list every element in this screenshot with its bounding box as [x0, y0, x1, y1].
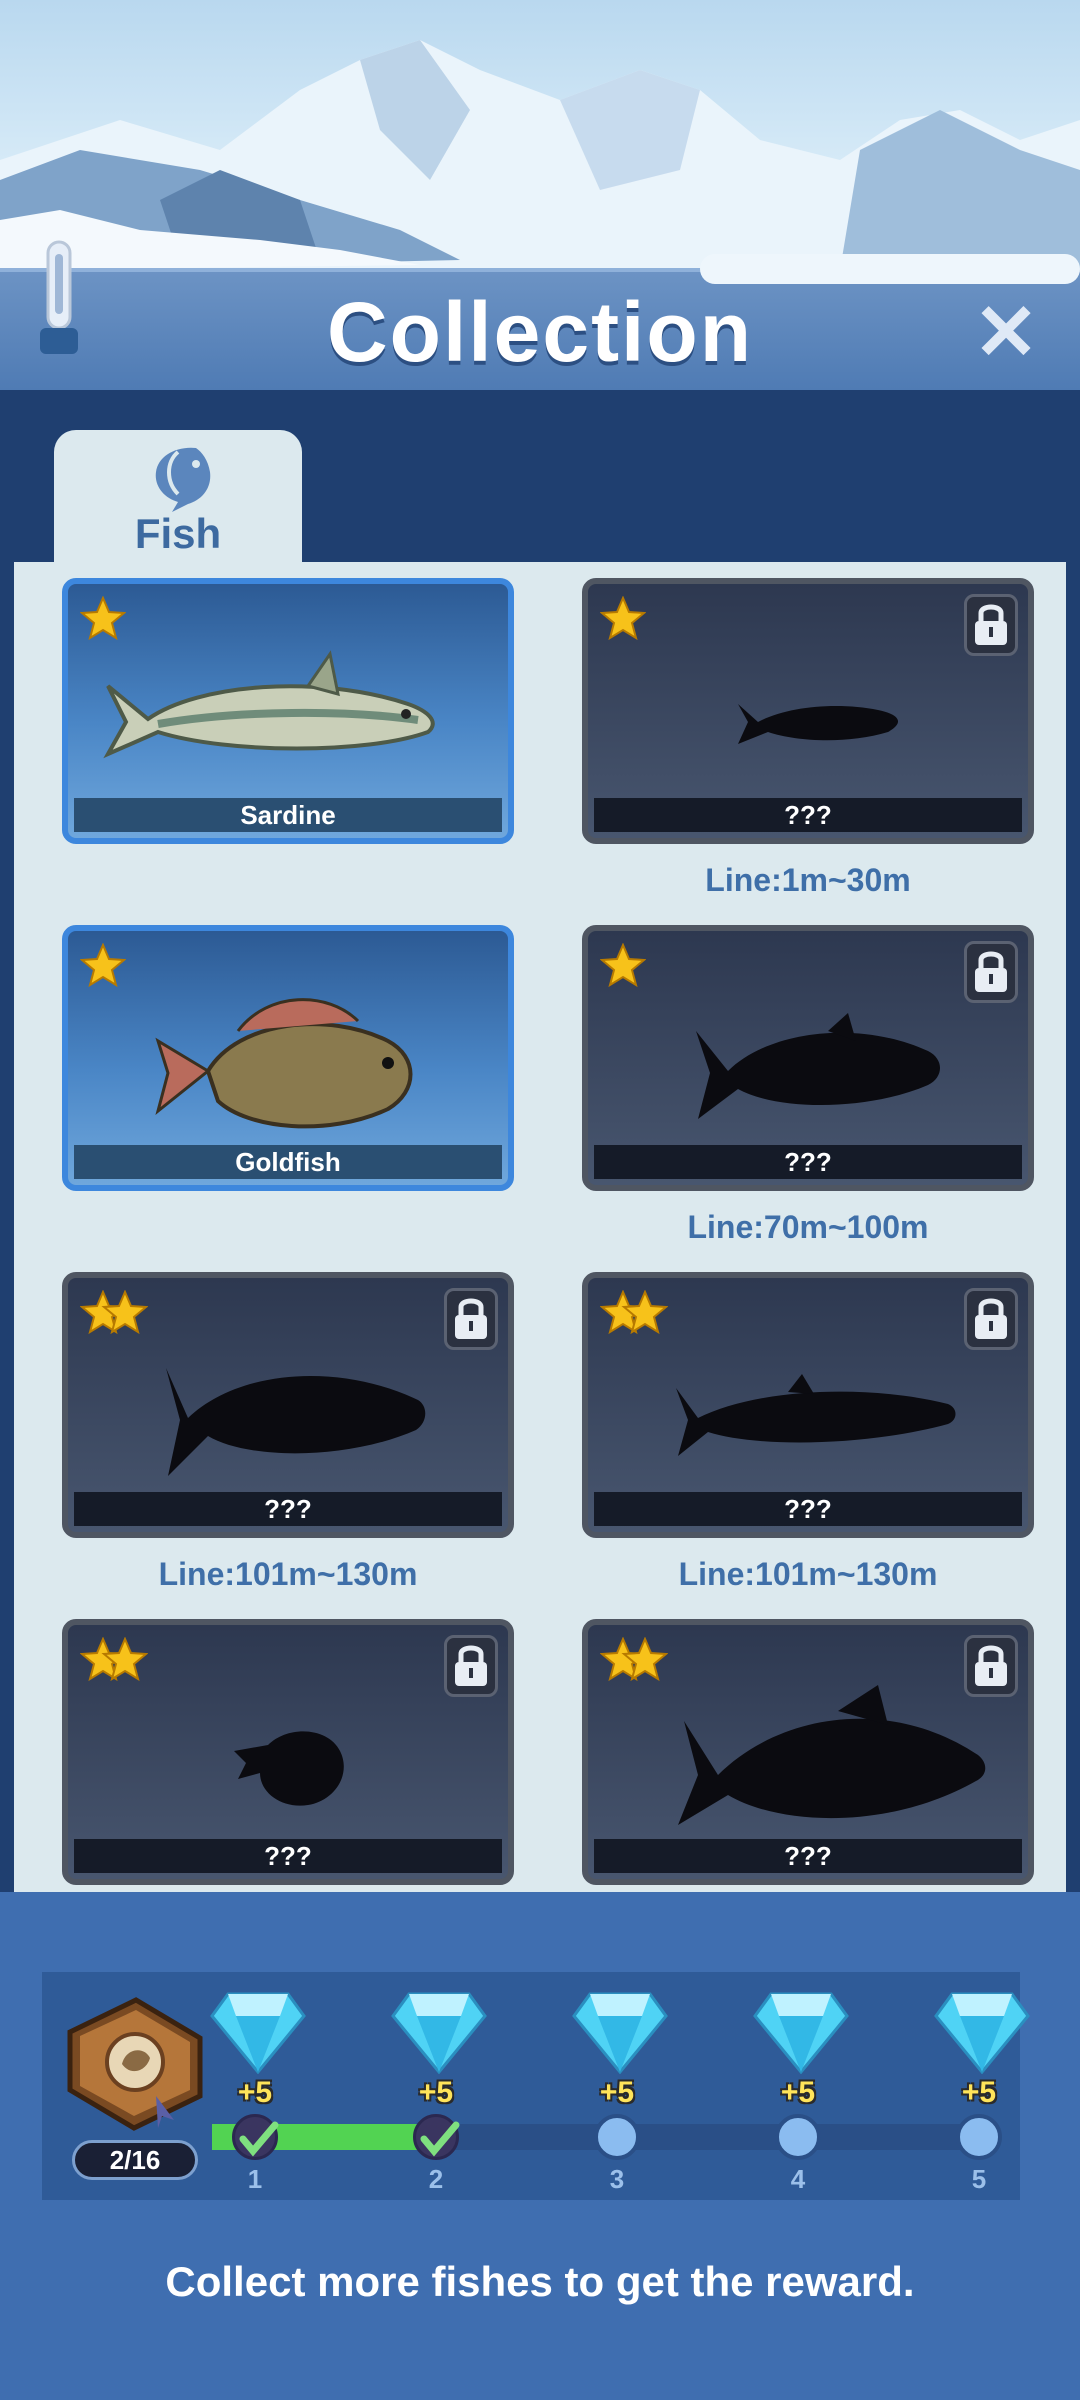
diamond-icon — [572, 1992, 668, 2074]
fish-icon — [155, 447, 211, 512]
collection-book-icon — [67, 1997, 203, 2131]
fish-name: ??? — [594, 1492, 1022, 1526]
star-rating — [79, 595, 127, 642]
lock-icon — [444, 1288, 498, 1350]
snow-cap — [700, 254, 1080, 284]
fish-card[interactable]: ??? — [62, 1619, 514, 1885]
fish-name: ??? — [74, 1492, 502, 1526]
fish-card[interactable]: ??? — [582, 1619, 1034, 1885]
reward-amount: +5 — [418, 2076, 454, 2109]
star-rating — [599, 1636, 669, 1683]
reward-milestone[interactable]: +5 4 — [743, 1988, 853, 2198]
line-requirement: Line:101m~130m — [678, 1556, 938, 1592]
fish-name: ??? — [594, 798, 1022, 832]
fish-image — [696, 1013, 940, 1119]
line-requirement: Line:101m~130m — [158, 1556, 418, 1592]
fish-card[interactable]: ??? — [582, 925, 1034, 1191]
milestone-index: 3 — [609, 2164, 625, 2194]
fish-image — [155, 998, 413, 1129]
star-rating — [599, 595, 647, 642]
fish-image — [738, 704, 899, 744]
fish-name: Sardine — [74, 798, 502, 832]
star-icon — [79, 595, 127, 641]
reward-hint: Collect more fishes to get the reward. — [165, 2258, 915, 2305]
reward-milestone[interactable]: +5 5 — [924, 1988, 1034, 2198]
line-requirement: Line:1m~30m — [705, 862, 911, 898]
tab-label: Fish — [134, 510, 222, 557]
lock-icon — [964, 1635, 1018, 1697]
diamond-icon — [391, 1992, 487, 2074]
diamond-icon — [753, 1992, 849, 2074]
milestone-index: 4 — [790, 2164, 806, 2194]
check-icon — [232, 2114, 279, 2160]
diamond-icon — [934, 1992, 1030, 2074]
reward-amount: +5 — [961, 2076, 997, 2109]
lock-icon — [444, 1635, 498, 1697]
lock-icon — [964, 1288, 1018, 1350]
reward-milestone[interactable]: +5 2 — [381, 1988, 491, 2198]
line-requirement: Line:70m~100m — [687, 1209, 929, 1245]
star-rating — [79, 942, 127, 989]
milestone-index: 2 — [428, 2164, 444, 2194]
reward-amount: +5 — [599, 2076, 635, 2109]
fish-card[interactable]: Sardine — [62, 578, 514, 844]
milestone-index: 1 — [247, 2164, 263, 2194]
fish-image — [678, 1685, 986, 1825]
diamond-icon — [210, 1992, 306, 2074]
star-rating — [599, 1289, 669, 1336]
reward-milestone[interactable]: +5 1 — [200, 1988, 310, 2198]
fish-card[interactable]: Goldfish — [62, 925, 514, 1191]
reward-amount: +5 — [780, 2076, 816, 2109]
fish-name: ??? — [594, 1145, 1022, 1179]
star-rating — [79, 1289, 149, 1336]
fish-card[interactable]: ??? — [582, 578, 1034, 844]
star-rating — [599, 942, 647, 989]
fish-image — [166, 1368, 426, 1476]
reward-milestone[interactable]: +5 3 — [562, 1988, 672, 2198]
reward-amount: +5 — [237, 2076, 273, 2109]
milestone-node — [594, 2114, 640, 2160]
fish-card[interactable]: ??? — [62, 1272, 514, 1538]
milestone-node — [775, 2114, 821, 2160]
lock-icon — [964, 594, 1018, 656]
milestone-node — [956, 2114, 1002, 2160]
milestone-index: 5 — [971, 2164, 987, 2194]
fish-name: ??? — [74, 1839, 502, 1873]
header-bar: Collection ✕ — [0, 240, 1080, 390]
tab-fish[interactable]: Fish — [54, 430, 302, 562]
check-icon — [413, 2114, 460, 2160]
fish-image — [234, 1731, 344, 1806]
fish-name: Goldfish — [74, 1145, 502, 1179]
star-rating — [79, 1636, 149, 1683]
collection-count: 2/16 — [72, 2140, 198, 2180]
fish-card[interactable]: ??? — [582, 1272, 1034, 1538]
lock-icon — [964, 941, 1018, 1003]
fish-image — [676, 1374, 956, 1456]
star-icon — [599, 942, 647, 988]
fish-image — [103, 650, 435, 759]
star-icon — [599, 595, 647, 641]
close-button[interactable]: ✕ — [968, 293, 1044, 371]
fish-name: ??? — [594, 1839, 1022, 1873]
page-title: Collection — [326, 285, 753, 379]
star-icon — [79, 942, 127, 988]
